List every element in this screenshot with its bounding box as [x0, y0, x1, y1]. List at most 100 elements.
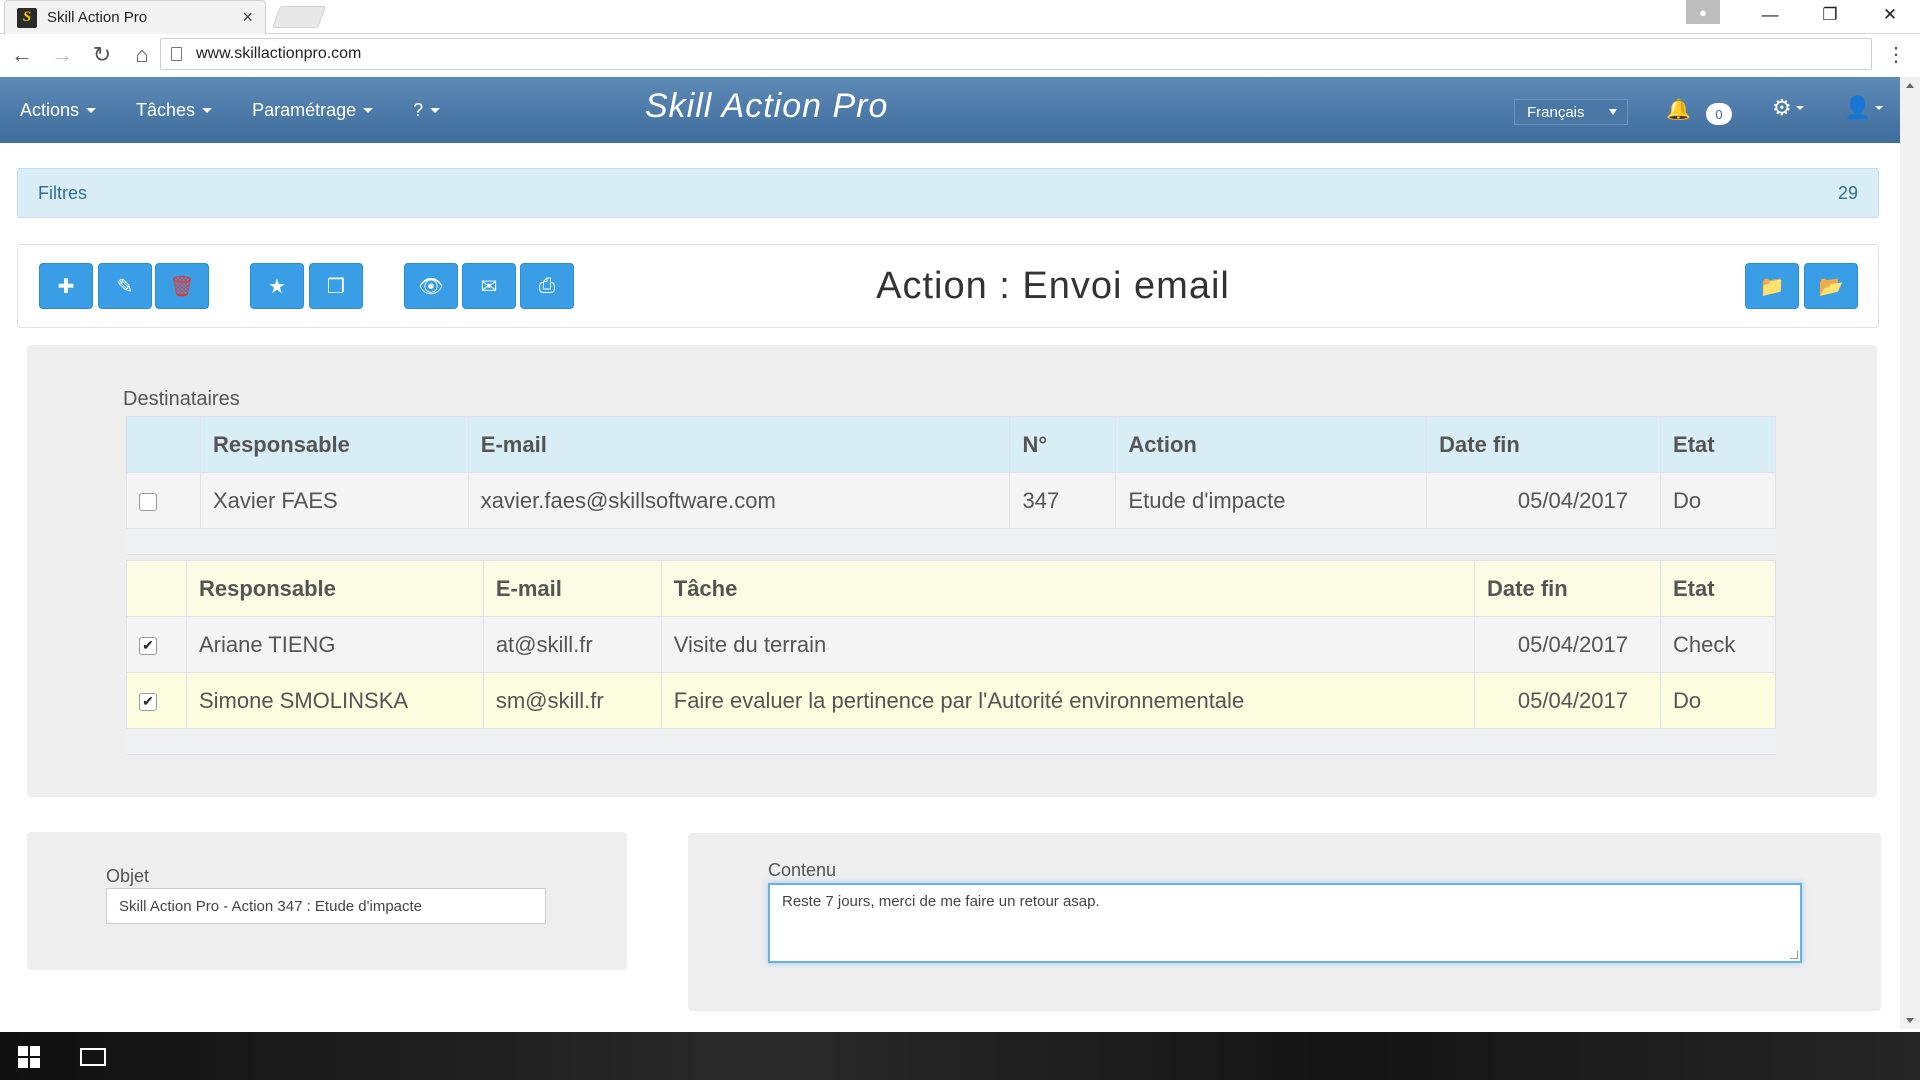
column-header[interactable]: Date fin	[1474, 560, 1661, 617]
home-icon[interactable]: ⌂	[124, 37, 160, 73]
filters-count: 29	[1837, 182, 1858, 203]
menu-help-label: ?	[413, 99, 424, 120]
menu-actions[interactable]: Actions	[20, 99, 97, 121]
table-footer	[126, 728, 1776, 755]
page-title: Action : Envoi email	[876, 265, 1230, 307]
row-checkbox[interactable]: ✔	[139, 636, 157, 655]
scroll-down-icon[interactable]	[1906, 1018, 1914, 1023]
content-text: Reste 7 jours, merci de me faire un reto…	[782, 893, 1100, 910]
column-header[interactable]: N°	[1009, 416, 1117, 473]
window-controls: ● — ❐ ✕	[1686, 0, 1920, 30]
actions-recipients-table: Responsable E-mail N° Action Date fin Et…	[126, 416, 1776, 555]
chevron-down-icon	[430, 107, 441, 113]
language-select[interactable]: Français	[1514, 99, 1628, 125]
menu-parametrage[interactable]: Paramétrage	[252, 99, 374, 121]
menu-help[interactable]: ?	[413, 99, 441, 121]
menu-taches[interactable]: Tâches	[136, 100, 213, 121]
favicon-icon: S	[17, 7, 37, 28]
column-header[interactable]: Tâche	[660, 560, 1476, 617]
cell-email: xavier.faes@skillsoftware.com	[467, 472, 1011, 529]
folder-button[interactable]: 📁	[1745, 263, 1799, 309]
table-row[interactable]: ✔ Simone SMOLINSKA sm@skill.fr Faire eva…	[126, 672, 1777, 729]
cell-etat: Check	[1659, 616, 1777, 673]
column-header[interactable]: E-mail	[467, 416, 1011, 473]
column-header	[126, 416, 201, 473]
column-header[interactable]: Action	[1115, 416, 1428, 473]
column-header	[126, 560, 187, 617]
tab-close-icon[interactable]: ×	[242, 7, 253, 28]
folder-open-button[interactable]: 📂	[1804, 263, 1858, 309]
tab-title: Skill Action Pro	[47, 9, 148, 26]
table-footer	[126, 528, 1776, 555]
menu-parametrage-label: Paramétrage	[252, 99, 357, 120]
menu-icon[interactable]: ⋮	[1886, 42, 1906, 67]
url-text: www.skillactionpro.com	[196, 45, 362, 62]
scroll-up-icon[interactable]	[1906, 83, 1914, 88]
subject-label: Objet	[106, 866, 150, 886]
reload-icon[interactable]: ↻	[84, 37, 120, 73]
row-checkbox-cell: ✔	[126, 616, 187, 673]
content-label: Contenu	[768, 860, 837, 880]
row-checkbox[interactable]: ✔	[139, 692, 157, 711]
cell-tache: Faire evaluer la pertinence par l'Autori…	[660, 672, 1476, 729]
menu-actions-label: Actions	[20, 99, 80, 120]
main-menu: Actions Tâches Paramétrage ?	[20, 77, 480, 143]
forward-icon[interactable]: →	[44, 37, 80, 73]
chevron-down-icon	[1795, 106, 1804, 110]
notification-badge[interactable]: 0	[1706, 103, 1732, 125]
brand-logo[interactable]: Skill Action Pro	[645, 87, 888, 126]
app-navbar: Actions Tâches Paramétrage ? Skill Actio…	[0, 77, 1900, 143]
new-tab-button[interactable]	[271, 6, 327, 28]
cell-email: at@skill.fr	[482, 616, 662, 673]
table-header-row: Responsable E-mail N° Action Date fin Et…	[126, 416, 1776, 473]
action-toolbar: ✚ ✎ 🗑 ★ ❐ 👁 ✉ ⎙ Action : Envoi email 📁 📂	[17, 244, 1879, 328]
close-window-icon[interactable]: ✕	[1860, 0, 1920, 30]
recipients-label: Destinataires	[123, 388, 240, 410]
chevron-down-icon	[202, 107, 213, 113]
column-header[interactable]: Responsable	[199, 416, 469, 473]
address-bar[interactable]: www.skillactionpro.com	[160, 38, 1872, 70]
column-header[interactable]: Date fin	[1426, 416, 1662, 473]
tasks-recipients-table: Responsable E-mail Tâche Date fin Etat ✔…	[126, 560, 1777, 755]
column-header[interactable]: Responsable	[185, 560, 484, 617]
cell-number: 347	[1009, 472, 1117, 529]
cell-responsable: Ariane TIENG	[185, 616, 484, 673]
table-row[interactable]: Xavier FAES xavier.faes@skillsoftware.co…	[126, 472, 1776, 529]
cell-responsable: Simone SMOLINSKA	[185, 672, 484, 729]
restore-icon[interactable]: ❐	[1800, 0, 1860, 30]
filters-label: Filtres	[38, 182, 87, 203]
chevron-down-icon	[363, 107, 374, 113]
user-icon[interactable]: 👤	[1844, 95, 1884, 121]
subject-input[interactable]	[106, 888, 546, 924]
bell-icon[interactable]: 🔔	[1666, 97, 1691, 122]
cell-date-fin: 05/04/2017	[1426, 472, 1662, 529]
task-view-icon[interactable]	[80, 1048, 106, 1066]
cell-date-fin: 05/04/2017	[1474, 672, 1661, 729]
chevron-down-icon	[1875, 106, 1884, 110]
cell-responsable: Xavier FAES	[199, 472, 469, 529]
gear-icon[interactable]: ⚙	[1772, 95, 1804, 121]
table-header-row: Responsable E-mail Tâche Date fin Etat	[126, 560, 1777, 617]
resize-handle[interactable]	[1790, 951, 1798, 959]
column-header[interactable]: Etat	[1660, 416, 1776, 473]
back-icon[interactable]: ←	[4, 37, 40, 73]
content-textarea[interactable]: Reste 7 jours, merci de me faire un reto…	[768, 883, 1802, 963]
cell-email: sm@skill.fr	[482, 672, 662, 729]
chevron-down-icon	[1609, 109, 1617, 115]
filters-bar[interactable]: Filtres 29	[17, 168, 1879, 218]
windows-start-icon[interactable]	[18, 1046, 40, 1068]
page-scrollbar[interactable]	[1900, 77, 1920, 1029]
column-header[interactable]: E-mail	[482, 560, 662, 617]
row-checkbox-cell	[126, 472, 201, 529]
cell-etat: Do	[1660, 472, 1776, 529]
browser-tab[interactable]: S Skill Action Pro ×	[4, 0, 266, 34]
profile-icon[interactable]: ●	[1686, 0, 1720, 24]
browser-tabbar: S Skill Action Pro × ● — ❐ ✕	[0, 0, 1920, 34]
minimize-icon[interactable]: —	[1740, 0, 1800, 30]
chevron-down-icon	[86, 107, 97, 113]
row-checkbox[interactable]	[139, 492, 157, 511]
column-header[interactable]: Etat	[1659, 560, 1777, 617]
cell-tache: Visite du terrain	[660, 616, 1476, 673]
cell-action: Etude d'impacte	[1115, 472, 1428, 529]
table-row[interactable]: ✔ Ariane TIENG at@skill.fr Visite du ter…	[126, 616, 1777, 673]
